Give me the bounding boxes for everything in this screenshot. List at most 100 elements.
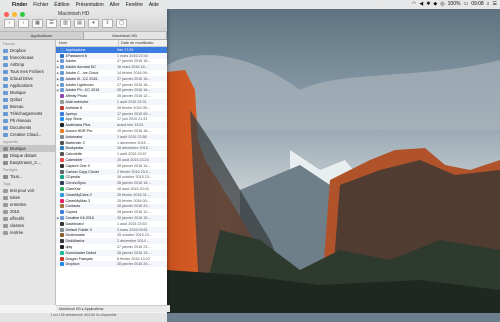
sidebar-item-tag[interactable]: classes: [0, 222, 55, 229]
file-date: 28 décembre 2015 ...: [117, 146, 152, 151]
file-date: 28 janvier 2016 20:...: [117, 262, 152, 267]
file-name: Capture One 9: [65, 163, 90, 168]
file-name: CleanMyDrive 2: [65, 192, 92, 197]
sidebar-item-appareil[interactable]: Musique: [0, 145, 55, 152]
column-header-date[interactable]: Date de modificatio: [118, 40, 167, 46]
sidebar-header-appareils: Appareils: [3, 140, 18, 144]
sidebar-item-favori[interactable]: Téléchargements: [0, 110, 55, 117]
battery-icon[interactable]: ▭: [463, 0, 468, 9]
sidebar-item-tag[interactable]: effectifs: [0, 215, 55, 222]
file-name-cell: Copied: [56, 210, 115, 215]
menu-edition[interactable]: Édition: [51, 2, 72, 8]
menubar-clock[interactable]: 09:08: [471, 0, 484, 9]
file-name-cell: ▶ Creative Kit 2016: [56, 216, 115, 220]
sidebar-item-tag[interactable]: 2015: [0, 208, 55, 215]
menu-fenetre[interactable]: Fenêtre: [123, 2, 146, 8]
sync-icon[interactable]: ◎: [440, 0, 444, 9]
file-date: 25 février 2016 01:...: [117, 192, 151, 197]
file-date: 27 janvier 2016 23:...: [117, 244, 152, 249]
file-date: 28 janvier 2016 13:...: [117, 250, 152, 255]
sidebar-item-tag[interactable]: rentrée: [0, 229, 55, 236]
sidebar-item-favori[interactable]: Bureau: [0, 103, 55, 110]
sidebar-item-appareil[interactable]: EasyDrawS_3....: [0, 159, 55, 166]
menu-aller[interactable]: Aller: [107, 2, 123, 8]
wifi-icon[interactable]: ◠: [412, 0, 416, 9]
volume-icon[interactable]: ◀: [419, 0, 423, 9]
sidebar-item-favori[interactable]: Tous mes Fichiers: [0, 68, 55, 75]
zoom-button[interactable]: [20, 12, 25, 17]
file-name: Adobe Acrobat DC: [65, 65, 97, 70]
sidebar-item-favori[interactable]: Musique: [0, 89, 55, 96]
tag-icon[interactable]: ◯: [116, 19, 127, 28]
menu-presentation[interactable]: Présentation: [73, 2, 107, 8]
app-icon: [60, 94, 64, 99]
notification-center-icon[interactable]: ☰: [493, 0, 497, 9]
tab-applications[interactable]: Applications: [0, 32, 84, 39]
path-disk[interactable]: Macintosh HD: [59, 307, 81, 311]
sidebar-item-favori[interactable]: Qobuz: [0, 96, 55, 103]
back-button[interactable]: ‹: [4, 19, 15, 28]
dropbox-menu-icon[interactable]: ◆: [433, 0, 437, 9]
file-date: 1 décembre 2015 ...: [117, 140, 150, 145]
file-name: Aurora HDR Pro: [65, 129, 93, 134]
list-view-button[interactable]: ☰: [46, 19, 57, 28]
file-name: ChronoSync: [65, 181, 86, 186]
search-icon[interactable]: ⌕: [487, 0, 490, 9]
file-name-cell: Calendrier: [56, 158, 115, 163]
sidebar-item-favori[interactable]: Dropbox: [0, 47, 55, 54]
sidebar-item-partage[interactable]: Tous...: [0, 173, 55, 180]
file-date: 25 octobre 2015 23:...: [117, 233, 153, 238]
sidebar-item-favori[interactable]: Documents: [0, 124, 55, 131]
tab-macintosh-hd[interactable]: Macintosh HD: [83, 32, 167, 39]
bluetooth-icon[interactable]: ✱: [426, 0, 430, 9]
sidebar-item-label: classes: [10, 223, 24, 228]
file-name-cell: Antidote 8: [56, 105, 115, 110]
path-folder[interactable]: Applications: [85, 307, 104, 311]
forward-button[interactable]: ›: [18, 19, 29, 28]
sidebar-header-favoris: Favoris: [3, 42, 15, 46]
folder-icon: [3, 104, 8, 109]
close-button[interactable]: [4, 12, 9, 17]
menu-aide[interactable]: Aide: [146, 2, 162, 8]
file-name: Automator: [65, 134, 83, 139]
file-date: 1 août 2015 23:53: [117, 221, 147, 226]
sidebar-item-label: test pour voir: [10, 188, 35, 193]
folder-icon: [3, 118, 8, 123]
sidebar-item-tag[interactable]: token: [0, 194, 55, 201]
file-name-cell: Bartender 2: [56, 140, 115, 145]
sidebar-item-label: EasyDrawS_3....: [10, 160, 42, 165]
share-icon[interactable]: ⇪: [102, 19, 113, 28]
sidebar-item-favori[interactable]: iCloud Drive: [0, 75, 55, 82]
gallery-view-button[interactable]: ▤: [74, 19, 85, 28]
file-name: Downloader Debut: [65, 250, 97, 255]
menu-app-finder[interactable]: Finder: [9, 2, 30, 8]
file-name: Dictionnaire: [65, 233, 85, 238]
app-icon: [60, 216, 64, 220]
file-date: 30 janvier 2016 15:...: [117, 216, 152, 220]
file-name: Aperçu: [65, 111, 78, 116]
sidebar-item-favori[interactable]: Pb réseaux: [0, 117, 55, 124]
app-icon: [60, 65, 64, 70]
sidebar-item-favori[interactable]: Creative Cloud...: [0, 131, 55, 138]
app-icon: [60, 105, 64, 110]
arrange-button[interactable]: ▾: [88, 19, 99, 28]
sidebar-item-favori[interactable]: AirDrop: [0, 61, 55, 68]
app-icon: [60, 158, 64, 163]
icon-view-button[interactable]: ▦: [32, 19, 43, 28]
minimize-button[interactable]: [12, 12, 17, 17]
sidebar-item-label: Téléchargements: [10, 111, 43, 116]
file-name-cell: Aide-mémoire: [56, 100, 115, 105]
sidebar-item-favori[interactable]: Applications: [0, 82, 55, 89]
file-name-cell: CleanMyDrive 2: [56, 192, 115, 197]
sidebar-item-favori[interactable]: francoiscaas: [0, 54, 55, 61]
sidebar-item-appareil[interactable]: Disque distant: [0, 152, 55, 159]
file-row[interactable]: Dropbox 28 janvier 2016 20:...: [56, 261, 167, 268]
column-header-name[interactable]: Nom: [56, 40, 118, 46]
file-date: 16 mars 2016 16:...: [117, 65, 149, 70]
sidebar-item-tag[interactable]: test pour voir: [0, 187, 55, 194]
folder-icon: [3, 90, 8, 95]
menu-fichier[interactable]: Fichier: [30, 2, 51, 8]
column-view-button[interactable]: ▥: [60, 19, 71, 28]
sidebar-item-tag[interactable]: entretien: [0, 201, 55, 208]
app-icon: [60, 233, 64, 238]
